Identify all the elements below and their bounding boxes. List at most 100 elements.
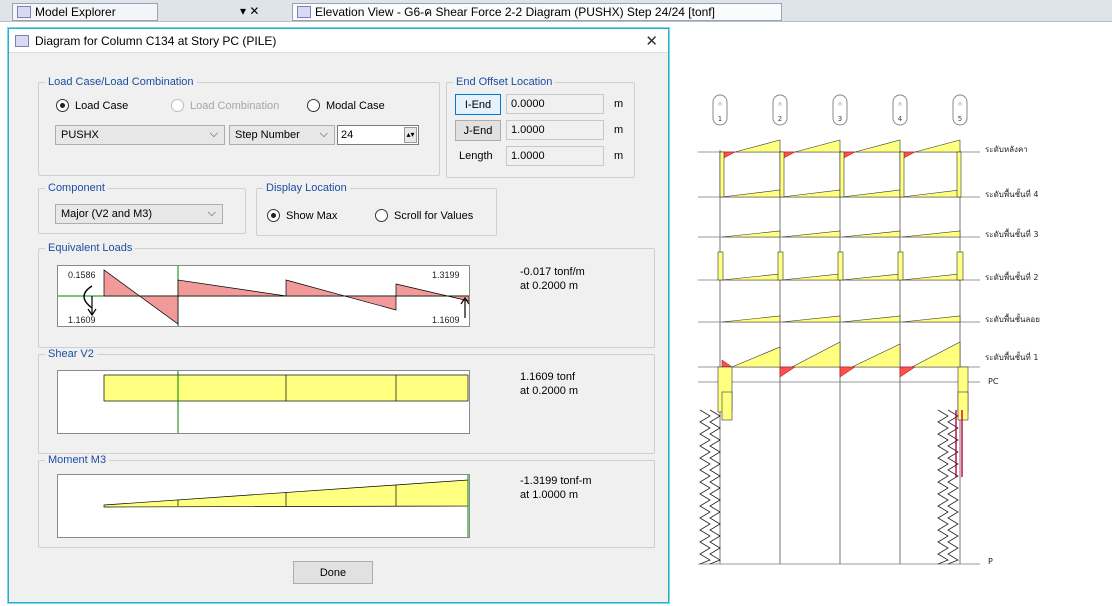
grid-bubble-5: ก5 xyxy=(952,94,968,126)
load-case-select-value: PUSHX xyxy=(61,129,99,141)
display-location-group-label: Display Location xyxy=(263,182,350,194)
spin-updown-icon[interactable]: ▴▾ xyxy=(404,127,417,143)
shear-v2-diagram xyxy=(103,371,469,433)
moment-arrow-left-icon xyxy=(83,285,93,309)
load-case-select[interactable]: PUSHX ⌵ xyxy=(55,125,225,145)
svg-text:ระดับพื้นชั้นที่ 1: ระดับพื้นชั้นที่ 1 xyxy=(985,351,1038,362)
component-group: Component Major (V2 and M3) ⌵ xyxy=(38,182,246,234)
step-number-value: 24 xyxy=(341,129,354,141)
j-end-unit: m xyxy=(614,124,624,136)
radio-scroll-values-label: Scroll for Values xyxy=(394,209,474,222)
radio-modal-case-dot[interactable] xyxy=(307,99,320,112)
model-explorer-icon xyxy=(17,6,31,18)
pile-shear-blocks xyxy=(721,391,969,421)
column-diagram-dialog: Diagram for Column C134 at Story PC (PIL… xyxy=(8,28,669,603)
svg-text:ก: ก xyxy=(718,101,722,108)
equivalent-loads-value: -0.017 tonf/m at 0.2000 m xyxy=(520,265,585,293)
equivalent-loads-diagram: 0.1586 1.3199 1.1609 1.1609 xyxy=(58,266,469,326)
svg-text:ระดับพื้นชั้นที่ 4: ระดับพื้นชั้นที่ 4 xyxy=(985,188,1038,199)
equivalent-loads-plot: 0.1586 1.3199 1.1609 1.1609 xyxy=(57,265,470,327)
svg-text:ก: ก xyxy=(778,101,782,108)
length-label: Length xyxy=(459,150,493,162)
grid-bubble-1: ก1 xyxy=(712,94,728,126)
end-offset-group: End Offset Location I-End 0.0000 m J-End… xyxy=(446,76,635,178)
j-end-value: 1.0000 xyxy=(506,120,604,140)
chevron-down-icon: ⌵ xyxy=(319,128,328,140)
svg-text:ระดับพื้นชั้นลอย: ระดับพื้นชั้นลอย xyxy=(985,313,1040,324)
document-tab-bar: Model Explorer ▾ ✕ Elevation View - G6-ค… xyxy=(0,0,1112,22)
radio-load-combination: Load Combination xyxy=(171,99,279,112)
i-end-value: 0.0000 xyxy=(506,94,604,114)
elevation-view-canvas[interactable]: ก1 ก2 ก3 ก4 ก5 ระดับหลังคา ระดับพื้นชั้น… xyxy=(670,22,1112,603)
svg-text:2: 2 xyxy=(778,115,782,123)
component-select-value: Major (V2 and M3) xyxy=(61,208,153,220)
explorer-pin-close-controls[interactable]: ▾ ✕ xyxy=(240,4,259,18)
svg-text:0.1586: 0.1586 xyxy=(68,270,96,280)
load-case-group-label: Load Case/Load Combination xyxy=(45,76,197,88)
tab-elevation-view[interactable]: Elevation View - G6-ค Shear Force 2-2 Di… xyxy=(292,3,782,21)
elevation-view-icon xyxy=(297,6,311,18)
shear-v2-value-line2: at 0.2000 m xyxy=(520,385,579,397)
radio-modal-case[interactable]: Modal Case xyxy=(307,99,385,112)
moment-m3-label: Moment M3 xyxy=(45,454,110,466)
grid-bubble-3: ก3 xyxy=(832,94,848,126)
done-button[interactable]: Done xyxy=(293,561,373,584)
end-offset-group-label: End Offset Location xyxy=(453,76,556,88)
load-case-group: Load Case/Load Combination Load Case Loa… xyxy=(38,76,440,176)
svg-text:ก: ก xyxy=(838,101,842,108)
radio-load-case-dot[interactable] xyxy=(56,99,69,112)
moment-m3-diagram xyxy=(103,475,469,537)
moment-m3-value: -1.3199 tonf-m at 1.0000 m xyxy=(520,474,592,502)
tab-model-explorer[interactable]: Model Explorer xyxy=(12,3,158,21)
svg-text:ระดับพื้นชั้นที่ 3: ระดับพื้นชั้นที่ 3 xyxy=(985,228,1038,239)
close-icon[interactable]: ✕ xyxy=(645,32,658,50)
dialog-title: Diagram for Column C134 at Story PC (PIL… xyxy=(35,33,277,48)
step-type-select[interactable]: Step Number ⌵ xyxy=(229,125,335,145)
svg-text:ระดับพื้นชั้นที่ 2: ระดับพื้นชั้นที่ 2 xyxy=(985,271,1038,282)
radio-load-combination-dot xyxy=(171,99,184,112)
radio-show-max-dot[interactable] xyxy=(267,209,280,222)
tab-elevation-view-label: Elevation View - G6-ค Shear Force 2-2 Di… xyxy=(315,4,715,19)
radio-load-case[interactable]: Load Case xyxy=(56,99,128,112)
display-location-group: Display Location Show Max Scroll for Val… xyxy=(256,182,497,236)
equivalent-loads-value-line1: -0.017 tonf/m xyxy=(520,266,585,278)
radio-show-max[interactable]: Show Max xyxy=(267,209,337,222)
step-type-select-value: Step Number xyxy=(235,129,300,141)
svg-text:1.1609: 1.1609 xyxy=(432,315,460,325)
step-number-spinner[interactable]: 24 ▴▾ xyxy=(337,125,419,145)
svg-text:1.1609: 1.1609 xyxy=(68,315,96,325)
component-select[interactable]: Major (V2 and M3) ⌵ xyxy=(55,204,223,224)
radio-show-max-label: Show Max xyxy=(286,209,338,222)
radio-load-combination-label: Load Combination xyxy=(190,99,280,112)
moment-m3-value-line1: -1.3199 tonf-m xyxy=(520,475,592,487)
svg-text:1.3199: 1.3199 xyxy=(432,270,460,280)
moment-m3-plot xyxy=(57,474,470,538)
elevation-diagram: ก1 ก2 ก3 ก4 ก5 ระดับหลังคา ระดับพื้นชั้น… xyxy=(698,94,1040,566)
radio-scroll-values-dot[interactable] xyxy=(375,209,388,222)
svg-text:PC: PC xyxy=(988,377,999,386)
shear-v2-plot xyxy=(57,370,470,434)
svg-text:3: 3 xyxy=(838,115,842,123)
length-unit: m xyxy=(614,150,624,162)
length-value: 1.0000 xyxy=(506,146,604,166)
story-labels: ระดับหลังคา ระดับพื้นชั้นที่ 4 ระดับพื้น… xyxy=(985,145,1040,566)
radio-scroll-values[interactable]: Scroll for Values xyxy=(375,209,473,222)
app-icon xyxy=(15,34,29,47)
shear-v2-label: Shear V2 xyxy=(45,348,97,360)
j-end-button[interactable]: J-End xyxy=(455,120,501,141)
radio-modal-case-label: Modal Case xyxy=(326,99,385,112)
grid-bubble-4: ก4 xyxy=(892,94,908,126)
tab-model-explorer-label: Model Explorer xyxy=(35,5,116,19)
component-group-label: Component xyxy=(45,182,108,194)
svg-text:P: P xyxy=(988,557,993,566)
dialog-titlebar[interactable]: Diagram for Column C134 at Story PC (PIL… xyxy=(9,29,668,53)
shear-v2-value: 1.1609 tonf at 0.2000 m xyxy=(520,370,578,398)
i-end-unit: m xyxy=(614,98,624,110)
svg-text:1: 1 xyxy=(718,115,722,123)
beam-negative-diagrams xyxy=(719,151,916,378)
moment-m3-value-line2: at 1.0000 m xyxy=(520,489,579,501)
i-end-button[interactable]: I-End xyxy=(455,94,501,115)
chevron-down-icon: ⌵ xyxy=(209,128,218,140)
pile-lines xyxy=(699,409,959,565)
radio-load-case-label: Load Case xyxy=(75,99,129,112)
